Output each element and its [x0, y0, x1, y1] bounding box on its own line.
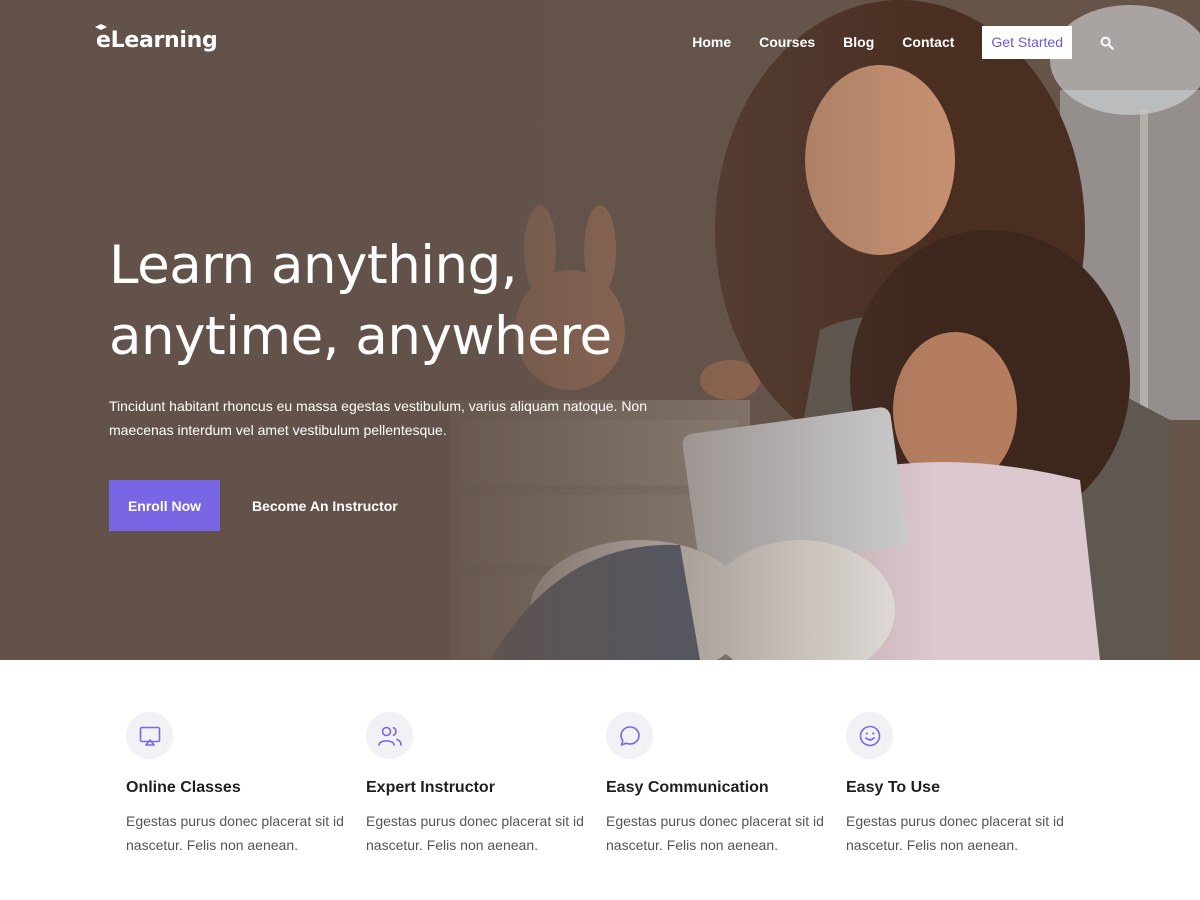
feature-title: Online Classes [126, 779, 241, 796]
main-nav: Home Courses Blog Contact Get Started [692, 26, 1114, 59]
chat-bubble-icon [606, 712, 653, 759]
feature-title: Easy Communication [606, 779, 769, 796]
monitor-cast-icon [126, 712, 173, 759]
nav-link-blog[interactable]: Blog [843, 26, 874, 59]
feature-title: Easy To Use [846, 779, 940, 796]
become-instructor-link[interactable]: Become An Instructor [252, 498, 398, 514]
enroll-now-button[interactable]: Enroll Now [109, 480, 220, 531]
get-started-button[interactable]: Get Started [982, 26, 1072, 59]
hero-title-line-1: Learn anything, [109, 235, 518, 296]
feature-card: Expert Instructor Egestas purus donec pl… [366, 712, 606, 857]
feature-text: Egestas purus donec placerat sit id nasc… [606, 813, 824, 853]
feature-text: Egestas purus donec placerat sit id nasc… [846, 813, 1064, 853]
features-section: Online Classes Egestas purus donec place… [126, 712, 1086, 857]
smile-icon [846, 712, 893, 759]
site-header: eLearning Home Courses Blog Contact Get … [0, 0, 1200, 86]
nav-link-contact[interactable]: Contact [902, 26, 954, 59]
hero-content: Learn anything, anytime, anywhere Tincid… [109, 230, 709, 531]
feature-text: Egestas purus donec placerat sit id nasc… [366, 813, 584, 853]
hero-title-line-2: anytime, anywhere [109, 306, 612, 367]
hero-actions: Enroll Now Become An Instructor [109, 480, 709, 531]
site-logo[interactable]: eLearning [95, 24, 218, 53]
feature-card: Easy To Use Egestas purus donec placerat… [846, 712, 1086, 857]
feature-card: Online Classes Egestas purus donec place… [126, 712, 366, 857]
logo-text: eLearning [96, 28, 218, 53]
hero-description: Tincidunt habitant rhoncus eu massa eges… [109, 398, 648, 438]
nav-link-home[interactable]: Home [692, 26, 731, 59]
feature-title: Expert Instructor [366, 779, 495, 796]
nav-link-courses[interactable]: Courses [759, 26, 815, 59]
feature-card: Easy Communication Egestas purus donec p… [606, 712, 846, 857]
hero-section: eLearning Home Courses Blog Contact Get … [0, 0, 1200, 660]
search-icon[interactable] [1100, 36, 1114, 50]
hero-title: Learn anything, anytime, anywhere [109, 230, 709, 372]
feature-text: Egestas purus donec placerat sit id nasc… [126, 813, 344, 853]
graduation-cap-icon [95, 24, 107, 30]
users-icon [366, 712, 413, 759]
